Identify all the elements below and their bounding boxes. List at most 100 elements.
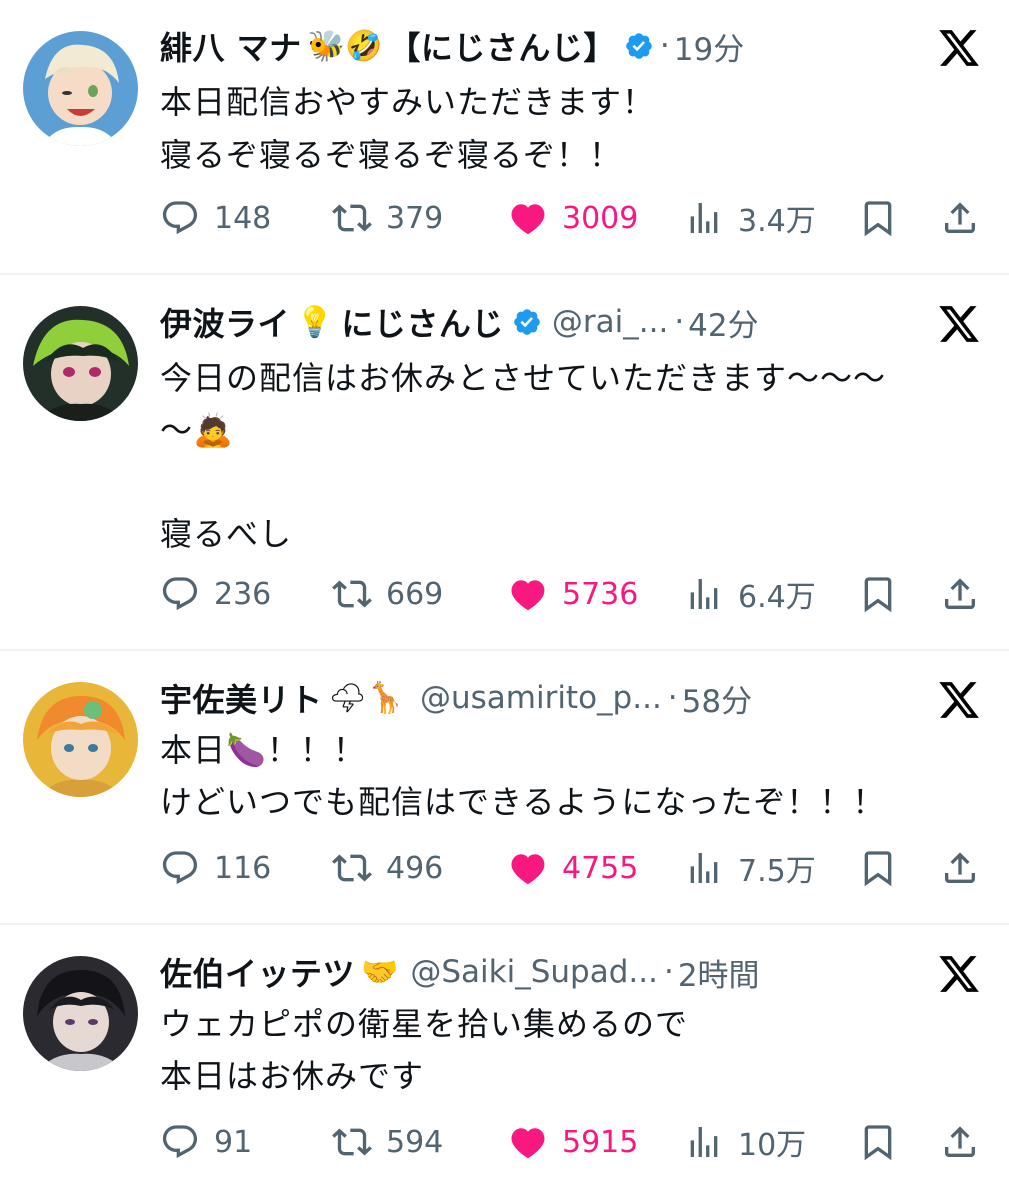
tweet-header: 緋八 マナ 🐝🤣 【にじさんじ】 · 19分 — [160, 22, 969, 70]
heart-icon — [511, 580, 545, 611]
views-count: 3.4万 — [738, 204, 816, 239]
separator-dot: · — [667, 680, 678, 716]
timestamp[interactable]: 19分 — [674, 24, 744, 69]
bookmark-icon — [864, 851, 892, 887]
display-name[interactable]: 緋八 マナ — [160, 23, 302, 69]
share-button[interactable] — [940, 196, 980, 240]
tweet-text-line: 〜🙇 — [160, 411, 234, 449]
display-name[interactable]: 伊波ライ — [160, 299, 290, 345]
reply-button[interactable]: 91 — [160, 1120, 252, 1164]
action-bar: 148 379 3009 3.4万 — [160, 196, 980, 240]
views-button[interactable]: 7.5万 — [684, 846, 816, 890]
timestamp[interactable]: 42分 — [688, 300, 758, 345]
x-logo-icon — [937, 952, 981, 996]
views-button[interactable]: 10万 — [684, 1120, 806, 1164]
avatar[interactable] — [23, 682, 138, 797]
views-icon — [690, 1127, 718, 1157]
tweet-text-line: ウェカピポの衛星を拾い集めるので — [160, 1005, 689, 1043]
x-logo-icon — [937, 26, 981, 70]
share-icon — [945, 852, 975, 883]
reply-icon — [162, 577, 198, 611]
tweet[interactable]: 宇佐美リト 🌩🦒 @usamirito_p... · 58分 本日🍆！！！ けど… — [0, 652, 1009, 924]
reply-count: 116 — [214, 850, 272, 886]
avatar[interactable] — [23, 306, 138, 421]
tweet-text-line — [160, 458, 969, 506]
reply-count: 236 — [214, 576, 272, 612]
verified-badge-icon — [512, 307, 542, 337]
handle[interactable]: @usamirito_p... — [420, 680, 662, 716]
retweet-icon — [332, 1128, 372, 1156]
separator-dot: · — [663, 954, 674, 990]
name-emoji: 🌩🦒 — [328, 680, 404, 716]
reply-icon — [162, 201, 198, 235]
views-button[interactable]: 6.4万 — [684, 572, 816, 616]
tweet-header: 伊波ライ 💡 にじさんじ @rai_... · 42分 — [160, 298, 969, 346]
retweet-button[interactable]: 379 — [332, 196, 443, 240]
tweet-divider — [0, 649, 1009, 651]
bookmark-button[interactable] — [858, 572, 898, 616]
like-button[interactable]: 5736 — [508, 572, 638, 616]
name-emoji: 🤝 — [361, 954, 399, 990]
share-button[interactable] — [940, 1120, 980, 1164]
verified-badge-icon — [624, 31, 654, 61]
views-icon — [690, 579, 718, 609]
tweet-text-line: 本日🍆！！！ — [160, 731, 366, 769]
views-button[interactable]: 3.4万 — [684, 196, 816, 240]
retweet-icon — [332, 204, 372, 232]
share-button[interactable] — [940, 572, 980, 616]
views-icon — [690, 853, 718, 883]
views-count: 6.4万 — [738, 580, 816, 615]
bookmark-icon — [864, 1125, 892, 1161]
tweet[interactable]: 緋八 マナ 🐝🤣 【にじさんじ】 · 19分 本日配信おやすみいただきます！ 寝… — [0, 0, 1009, 272]
reply-button[interactable]: 148 — [160, 196, 271, 240]
retweet-count: 594 — [386, 1124, 444, 1160]
share-icon — [945, 202, 975, 233]
retweet-count: 379 — [386, 200, 444, 236]
bookmark-button[interactable] — [858, 846, 898, 890]
heart-icon — [511, 204, 545, 235]
display-name[interactable]: 佐伯イッテツ — [160, 949, 355, 995]
reply-button[interactable]: 116 — [160, 846, 271, 890]
reply-icon — [162, 851, 198, 885]
retweet-icon — [332, 854, 372, 882]
action-bar: 91 594 5915 10万 — [160, 1120, 980, 1164]
avatar[interactable] — [23, 956, 138, 1071]
tweet[interactable]: 佐伯イッテツ 🤝 @Saiki_Supad... · 2時間 ウェカピポの衛星を… — [0, 926, 1009, 1200]
display-name[interactable]: 宇佐美リト — [160, 675, 323, 721]
retweet-button[interactable]: 669 — [332, 572, 443, 616]
retweet-count: 496 — [386, 850, 444, 886]
reply-button[interactable]: 236 — [160, 572, 271, 616]
x-logo-icon — [937, 302, 981, 346]
like-count: 3009 — [562, 200, 639, 236]
timestamp[interactable]: 2時間 — [678, 950, 760, 995]
heart-icon — [511, 1128, 545, 1159]
avatar[interactable] — [23, 31, 138, 146]
action-bar: 116 496 4755 7.5万 — [160, 846, 980, 890]
views-count: 10万 — [738, 1128, 807, 1163]
bookmark-button[interactable] — [858, 196, 898, 240]
handle[interactable]: @rai_... — [552, 304, 668, 340]
bookmark-button[interactable] — [858, 1120, 898, 1164]
like-count: 5915 — [562, 1124, 639, 1160]
tweet-text-line: 本日はお休みです — [160, 1057, 425, 1095]
tweet-text-line: 寝るぞ寝るぞ寝るぞ寝るぞ！！ — [160, 136, 623, 174]
retweet-button[interactable]: 594 — [332, 1120, 443, 1164]
retweet-button[interactable]: 496 — [332, 846, 443, 890]
share-button[interactable] — [940, 846, 980, 890]
like-button[interactable]: 3009 — [508, 196, 638, 240]
tweet-divider — [0, 923, 1009, 925]
retweet-icon — [332, 580, 372, 608]
name-emoji: 💡 — [296, 304, 334, 340]
handle[interactable]: @Saiki_Supad... — [410, 954, 658, 990]
bookmark-icon — [864, 201, 892, 237]
tweet-header: 佐伯イッテツ 🤝 @Saiki_Supad... · 2時間 — [160, 948, 969, 996]
like-button[interactable]: 5915 — [508, 1120, 638, 1164]
timestamp[interactable]: 58分 — [682, 676, 752, 721]
heart-icon — [511, 854, 545, 885]
x-logo-icon — [937, 678, 981, 722]
reply-count: 91 — [214, 1124, 253, 1160]
like-count: 4755 — [562, 850, 639, 886]
tweet-text-line: けどいつでも配信はできるようになったぞ！！！ — [160, 783, 886, 821]
like-button[interactable]: 4755 — [508, 846, 638, 890]
tweet[interactable]: 伊波ライ 💡 にじさんじ @rai_... · 42分 今日の配信はお休みとさせ… — [0, 276, 1009, 646]
